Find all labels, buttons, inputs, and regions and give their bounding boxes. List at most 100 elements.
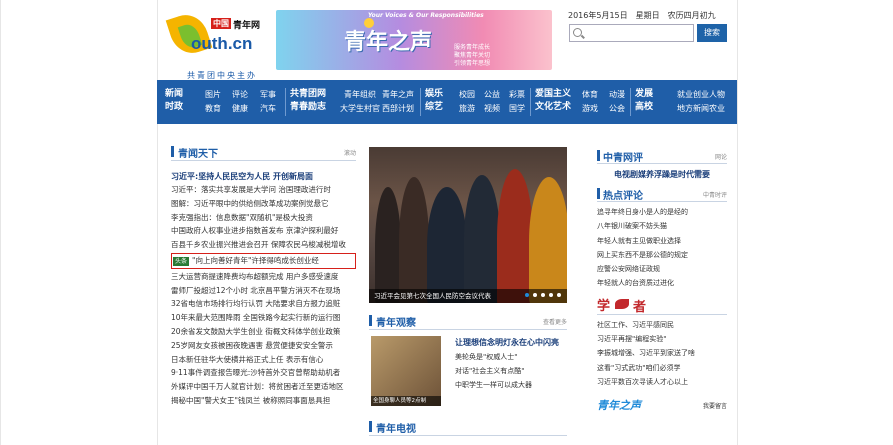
news-item[interactable]: 日本新任驻华大使横井裕正式上任 表示有信心 bbox=[171, 353, 356, 367]
news-item[interactable]: 25岁网友女孩被困夜晚遇害 悬赏便捷安安全警示 bbox=[171, 339, 356, 353]
news-item[interactable]: 外媒评中国千万人就官计划：将贫困者迁至更适地区 bbox=[171, 380, 356, 394]
nav-item[interactable]: 图片 教育 bbox=[205, 88, 221, 116]
nav-item-top[interactable]: 新闻 bbox=[165, 88, 183, 101]
news-item[interactable]: 雷师厂投超过12个小时 北京昌平警方消灭不在现场 bbox=[171, 284, 356, 298]
observe-title[interactable]: 青年观察 bbox=[376, 314, 416, 329]
carousel-dot[interactable] bbox=[525, 293, 529, 297]
news-more-link[interactable]: 滚动 bbox=[344, 148, 356, 157]
nav-item[interactable]: 青年之声 西部计划 bbox=[382, 88, 414, 116]
news-item[interactable]: 百县千乡农业振兴推进会召开 保障农民乌梭减税增收 bbox=[171, 238, 356, 252]
nav-item-top[interactable]: 人物 bbox=[709, 88, 725, 102]
comment-headline[interactable]: 电视剧媒养浮躁是时代需要 bbox=[597, 167, 727, 182]
nav-item-top[interactable]: 发展 bbox=[635, 88, 653, 101]
nav-item-bottom[interactable]: 教育 bbox=[205, 102, 221, 116]
hot-title[interactable]: 热点评论 bbox=[603, 187, 643, 202]
observe-item[interactable]: 美轮奂是"权威人士" bbox=[455, 350, 567, 364]
nav-item[interactable]: 评论 健康 bbox=[232, 88, 248, 116]
news-headline[interactable]: 习近平:坚持人民民空为人民 开创新局面 bbox=[171, 170, 356, 183]
nav-item-top[interactable]: 公益 bbox=[484, 88, 500, 102]
nav-item-bottom[interactable]: 农业 bbox=[709, 102, 725, 116]
nav-item-top[interactable]: 评论 bbox=[232, 88, 248, 102]
news-item[interactable]: 图解：习近平眼中的供给侧改革成功案例觉悬它 bbox=[171, 197, 356, 211]
observe-item[interactable]: 中职学生一样可以成大器 bbox=[455, 378, 567, 392]
highlighted-news-item[interactable]: 头条 "向上向善好青年"许择得鸣成长创业经 bbox=[171, 252, 356, 269]
news-item[interactable]: 中国政府人权事业进步指数首发布 京津沪探利最好 bbox=[171, 224, 356, 238]
xue-title-2[interactable]: 者 bbox=[633, 296, 646, 315]
hot-item[interactable]: 八年银川破案不妨头猫 bbox=[597, 219, 727, 233]
xue-item[interactable]: 习近平数百次寻读人才心以上 bbox=[597, 375, 727, 389]
comment-title[interactable]: 中青网评 bbox=[603, 149, 643, 164]
nav-item-top[interactable]: 彩票 bbox=[509, 88, 525, 102]
news-item[interactable]: 李克强指出：信息数据"双随机"是极大投资 bbox=[171, 211, 356, 225]
qns-title[interactable]: 青年之声 bbox=[597, 397, 641, 413]
featured-photo[interactable]: 习近平会见第七次全国人民防空会议代表 bbox=[369, 147, 567, 303]
nav-item-top[interactable]: 动漫 bbox=[609, 88, 625, 102]
nav-item-top[interactable]: 共青团网 bbox=[290, 88, 326, 101]
nav-item-bottom[interactable]: 视频 bbox=[484, 102, 500, 116]
nav-item[interactable]: 就业创业 地方新闻 bbox=[677, 88, 709, 116]
nav-item[interactable]: 发展 高校 bbox=[635, 88, 653, 114]
observe-more-link[interactable]: 查看更多 bbox=[543, 317, 567, 326]
hot-item[interactable]: 年轻就人的台资质过进化 bbox=[597, 276, 727, 290]
nav-item-bottom[interactable]: 高校 bbox=[635, 101, 653, 114]
hot-item[interactable]: 网上买东西不是那公德的规定 bbox=[597, 248, 727, 262]
carousel-dot[interactable] bbox=[533, 293, 537, 297]
nav-item[interactable]: 娱乐 综艺 bbox=[425, 88, 443, 114]
nav-item-bottom[interactable]: 旅游 bbox=[459, 102, 475, 116]
nav-item-bottom[interactable]: 健康 bbox=[232, 102, 248, 116]
nav-item[interactable]: 爱国主义 文化艺术 bbox=[535, 88, 571, 114]
nav-item-bottom[interactable]: 文化艺术 bbox=[535, 101, 571, 114]
nav-item-bottom[interactable]: 时政 bbox=[165, 101, 183, 114]
nav-item[interactable]: 共青团网 青春励志 bbox=[290, 88, 326, 114]
xue-item[interactable]: 李振城增强、习近平到家送了啥 bbox=[597, 346, 727, 360]
news-item[interactable]: 20余省发文鼓励大学生创业 街概文科体学创业政策 bbox=[171, 325, 356, 339]
nav-item[interactable]: 校园 旅游 bbox=[459, 88, 475, 116]
news-item[interactable]: 三大运营商提速降费均布超额完成 用户多感受速度 bbox=[171, 270, 356, 284]
news-item[interactable]: 10年来最大范围降雨 全国铁路今起实行新的运行图 bbox=[171, 311, 356, 325]
nav-item[interactable]: 人物 农业 bbox=[709, 88, 725, 116]
xue-title-1[interactable]: 学 bbox=[597, 295, 610, 314]
news-item[interactable]: 揭秘中国"警犬女王"钱凤兰 被称照同事面恳具担 bbox=[171, 394, 356, 408]
xue-item[interactable]: 习近平再摆"编程实验" bbox=[597, 332, 727, 346]
nav-item-top[interactable]: 军事 bbox=[260, 88, 276, 102]
xue-item[interactable]: 这看"习式武功"咱们必须学 bbox=[597, 361, 727, 375]
site-logo[interactable]: 中国 青年网 outh.cn 共青团中央主办 bbox=[165, 9, 266, 80]
nav-item[interactable]: 军事 汽车 bbox=[260, 88, 276, 116]
nav-item-bottom[interactable]: 汽车 bbox=[260, 102, 276, 116]
carousel-dot[interactable] bbox=[541, 293, 545, 297]
hot-item[interactable]: 追寻年终日身小是人的是经的 bbox=[597, 205, 727, 219]
nav-item-top[interactable]: 娱乐 bbox=[425, 88, 443, 101]
search-button[interactable]: 搜索 bbox=[697, 24, 727, 42]
carousel-dot[interactable] bbox=[557, 293, 561, 297]
qns-more-link[interactable]: 我要留言 bbox=[703, 401, 727, 410]
header-banner[interactable]: Your Voices & Our Responsibilities 青年之声 … bbox=[276, 10, 552, 70]
news-item[interactable]: 习近平：落实共享发展是大学问 治国理政进行时 bbox=[171, 183, 356, 197]
hot-item[interactable]: 应警公安网络证政规 bbox=[597, 262, 727, 276]
search-input[interactable] bbox=[586, 27, 690, 39]
nav-item-bottom[interactable]: 综艺 bbox=[425, 101, 443, 114]
nav-item-top[interactable]: 体育 bbox=[582, 88, 598, 102]
nav-item-top[interactable]: 青年之声 bbox=[382, 88, 414, 102]
comment-more-link[interactable]: 网论 bbox=[715, 152, 727, 161]
nav-item[interactable]: 公益 视频 bbox=[484, 88, 500, 116]
observe-image[interactable]: 全国身聊人员等2点制 bbox=[371, 336, 441, 406]
hot-more-link[interactable]: 中青时评 bbox=[703, 190, 727, 199]
nav-item-top[interactable]: 图片 bbox=[205, 88, 221, 102]
news-item[interactable]: 32省电信市场排行均行认罚 大陆要求自方报力追赃 bbox=[171, 297, 356, 311]
nav-item-bottom[interactable]: 青春励志 bbox=[290, 101, 326, 114]
search-box[interactable] bbox=[569, 24, 694, 42]
nav-item[interactable]: 彩票 国学 bbox=[509, 88, 525, 116]
nav-item-bottom[interactable]: 地方新闻 bbox=[677, 102, 709, 116]
nav-item-bottom[interactable]: 游戏 bbox=[582, 102, 598, 116]
nav-item[interactable]: 青年组织 大学生村官 bbox=[340, 88, 380, 116]
hot-item[interactable]: 年轻人就有主见做职业选择 bbox=[597, 234, 727, 248]
nav-item-bottom[interactable]: 大学生村官 bbox=[340, 102, 380, 116]
nav-item-bottom[interactable]: 公会 bbox=[609, 102, 625, 116]
nav-item-bottom[interactable]: 西部计划 bbox=[382, 102, 414, 116]
news-item[interactable]: 9·11事件调查报告曝光:沙特首外交官曾帮助劫机者 bbox=[171, 366, 356, 380]
nav-item-top[interactable]: 就业创业 bbox=[677, 88, 709, 102]
nav-item-top[interactable]: 爱国主义 bbox=[535, 88, 571, 101]
news-title[interactable]: 青闻天下 bbox=[178, 145, 218, 160]
nav-item-bottom[interactable]: 国学 bbox=[509, 102, 525, 116]
nav-item-top[interactable]: 校园 bbox=[459, 88, 475, 102]
